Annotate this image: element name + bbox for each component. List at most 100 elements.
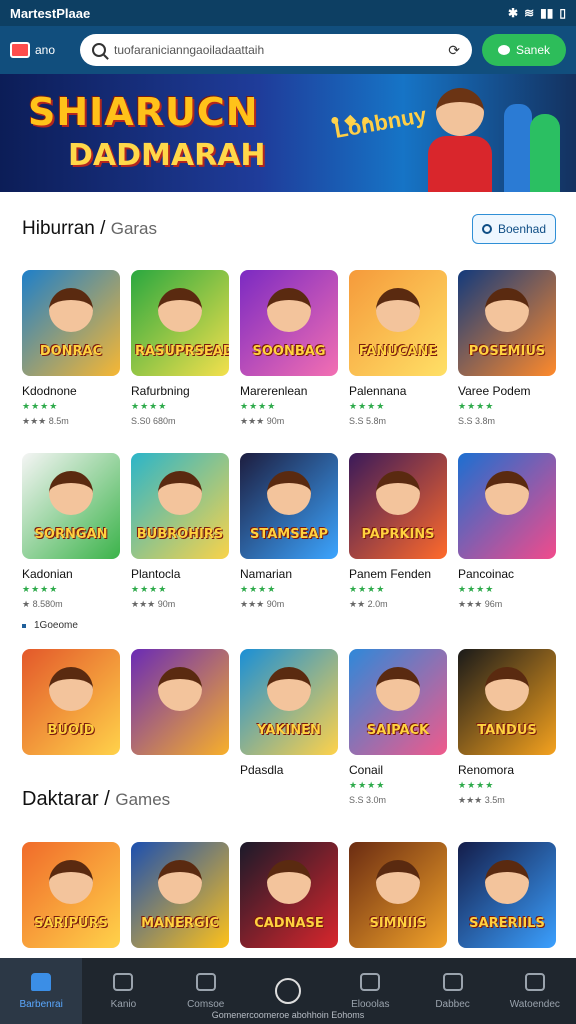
app-icon[interactable]: SIMNIIS: [349, 842, 447, 948]
app-card[interactable]: PAPRKINS Panem Fenden ★★★★ ★★ 2.0m: [349, 453, 447, 610]
character-face-icon: [49, 288, 93, 332]
profile-icon: [524, 972, 545, 991]
section-title-hiburran: Hiburran / Garas: [22, 218, 158, 239]
character-face-icon: [267, 288, 311, 332]
app-card[interactable]: SORNGAN Kadonian ★★★★ ★ 8.580m: [22, 453, 120, 610]
app-card[interactable]: FANUCANE Palennana ★★★★ S.S 5.8m: [349, 270, 447, 427]
app-art-text: BUBROHIRS: [136, 527, 224, 542]
app-card[interactable]: YAKINEN Pdasdla: [240, 649, 338, 806]
app-card[interactable]: SOONBAG Marerenlean ★★★★ ★★★ 90m: [240, 270, 338, 427]
app-icon[interactable]: SARIPURS: [22, 842, 120, 948]
nav-item-label: Kanio: [110, 998, 137, 1010]
character-face-icon: [485, 288, 529, 332]
app-icon[interactable]: [458, 453, 556, 559]
search-icon: [481, 224, 492, 234]
app-name: Conail: [349, 763, 384, 777]
app-art-text: CADNASE: [254, 916, 324, 931]
app-icon[interactable]: BUBROHIRS: [131, 453, 229, 559]
rating-stars: ★★★★: [349, 584, 386, 594]
search-bar[interactable]: tuofaranicianngaoiladaattaih ⟳: [80, 34, 472, 66]
nav-item-label: Elooolas: [351, 998, 390, 1010]
app-card[interactable]: TANDUS Renomora ★★★★ ★★★ 3.5m: [458, 649, 556, 806]
rating-stars: ★★★★: [22, 584, 59, 594]
character-face-icon: [376, 860, 420, 904]
app-art-text: RASUPRSEAD: [135, 344, 229, 359]
app-icon[interactable]: SORNGAN: [22, 453, 120, 559]
app-card[interactable]: DONRAC Kdodnone ★★★★ ★★★ 8.5m: [22, 270, 120, 427]
character-face-icon: [158, 288, 202, 332]
app-name: Rafurbning: [131, 384, 190, 398]
store-name: ano: [35, 43, 56, 57]
app-art-text: SOONBAG: [252, 344, 326, 359]
nav-item-label: Comsoe: [187, 998, 225, 1010]
app-icon[interactable]: SARERIILS: [458, 842, 556, 948]
app-meta: S.S 3.8m: [458, 416, 496, 426]
app-art-text: STAMSEAP: [249, 527, 329, 542]
app-name: Pdasdla: [240, 763, 284, 777]
app-card[interactable]: POSEMIUS Varee Podem ★★★★ S.S 3.8m: [458, 270, 556, 427]
app-card[interactable]: MANERGIC: [131, 842, 229, 948]
search-go-button[interactable]: Sanek: [482, 34, 566, 66]
app-card[interactable]: Pancoinac ★★★★ ★★★ 96m: [458, 453, 556, 610]
nav-item-label: Watoendec: [509, 998, 560, 1010]
app-icon[interactable]: DONRAC: [22, 270, 120, 376]
app-meta: ★★★ 96m: [458, 599, 503, 609]
app-card[interactable]: SARIPURS: [22, 842, 120, 948]
character-face-icon: [485, 471, 529, 515]
app-meta: ★★★ 90m: [240, 416, 285, 426]
app-name: Panem Fenden: [349, 567, 432, 581]
character-face-icon: [267, 471, 311, 515]
character-face-icon: [267, 667, 311, 711]
app-card[interactable]: STAMSEAP Namarian ★★★★ ★★★ 90m: [240, 453, 338, 610]
see-more-link[interactable]: 1Goeome: [22, 620, 78, 631]
nav-item-label: Dabbec: [435, 998, 470, 1010]
app-card[interactable]: BUBROHIRS Plantocla ★★★★ ★★★ 90m: [131, 453, 229, 610]
app-card[interactable]: RASUPRSEAD Rafurbning ★★★★ S.S0 680m: [131, 270, 229, 427]
character-face-icon: [49, 471, 93, 515]
rating-stars: ★★★★: [131, 401, 168, 411]
app-icon[interactable]: STAMSEAP: [240, 453, 338, 559]
app-icon[interactable]: CADNASE: [240, 842, 338, 948]
app-art-text: BUOID: [47, 723, 95, 738]
app-meta: ★ 8.580m: [22, 599, 63, 609]
filter-button[interactable]: Boenhad: [472, 214, 556, 244]
app-art-text: SAIPACK: [366, 723, 430, 738]
app-name: Kadonian: [22, 567, 73, 581]
rating-stars: ★★★★: [458, 780, 495, 790]
app-card[interactable]: SIMNIIS: [349, 842, 447, 948]
character-face-icon: [158, 667, 202, 711]
app-card[interactable]: SARERIILS: [458, 842, 556, 948]
refresh-icon[interactable]: ⟳: [448, 42, 460, 59]
app-meta: S.S 5.8m: [349, 416, 387, 426]
clock-icon: [274, 978, 301, 1004]
app-icon[interactable]: PAPRKINS: [349, 453, 447, 559]
app-meta: S.S0 680m: [131, 416, 176, 426]
app-card[interactable]: [131, 649, 229, 806]
app-icon[interactable]: MANERGIC: [131, 842, 229, 948]
app-card[interactable]: BUOID: [22, 649, 120, 806]
search-input[interactable]: tuofaranicianngaoiladaattaih: [114, 43, 440, 57]
app-icon[interactable]: BUOID: [22, 649, 120, 755]
app-icon[interactable]: SOONBAG: [240, 270, 338, 376]
store-logo[interactable]: ano: [10, 42, 70, 58]
promo-banner[interactable]: SHIARUCN DADMARAH ● ◆ ● Lonbnuy: [0, 74, 576, 192]
app-icon[interactable]: YAKINEN: [240, 649, 338, 755]
app-grid-row-2: SORNGAN Kadonian ★★★★ ★ 8.580m BUBROHIRS Plan…: [22, 453, 556, 610]
rating-stars: ★★★★: [240, 584, 277, 594]
app-card[interactable]: CADNASE: [240, 842, 338, 948]
signal-icon: ▮▮: [540, 6, 554, 20]
rating-stars: ★★★★: [458, 584, 495, 594]
app-icon[interactable]: FANUCANE: [349, 270, 447, 376]
app-card[interactable]: SAIPACK Conail ★★★★ S.S 3.0m: [349, 649, 447, 806]
rating-stars: ★★★★: [22, 401, 59, 411]
app-art-text: PAPRKINS: [361, 527, 435, 542]
app-icon[interactable]: POSEMIUS: [458, 270, 556, 376]
character-face-icon: [485, 860, 529, 904]
app-icon[interactable]: SAIPACK: [349, 649, 447, 755]
store-logo-icon: [10, 42, 30, 58]
settings-icon: [442, 972, 463, 991]
app-icon[interactable]: RASUPRSEAD: [131, 270, 229, 376]
banner-character-green: [530, 114, 560, 192]
app-icon[interactable]: [131, 649, 229, 755]
app-icon[interactable]: TANDUS: [458, 649, 556, 755]
